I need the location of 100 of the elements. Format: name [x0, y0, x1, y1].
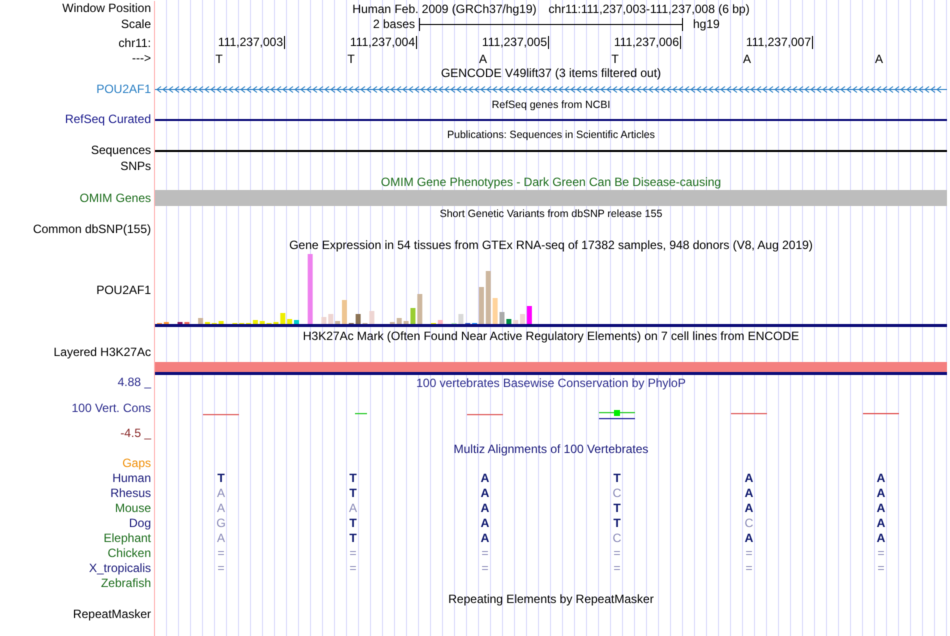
coordinate-label: 111,237,007 — [746, 36, 813, 49]
track-label[interactable]: POU2AF1 — [96, 282, 151, 298]
expression-bar — [308, 254, 313, 324]
track-title: Publications: Sequences in Scientific Articles — [447, 128, 655, 142]
aligned-base: T — [613, 471, 621, 486]
aligned-base: T — [613, 501, 621, 516]
track-label[interactable]: Sequences — [90, 143, 151, 158]
species-label[interactable]: Dog — [128, 516, 151, 531]
aligned-base: A — [876, 471, 886, 486]
aligned-base: T — [349, 486, 357, 501]
database-text: hg19 — [693, 17, 720, 31]
track-label[interactable]: RepeatMasker — [72, 606, 151, 622]
aligned-base: A — [876, 501, 886, 516]
aligned-base: A — [744, 501, 754, 516]
aligned-base: = — [745, 561, 752, 576]
aligned-base: A — [480, 486, 490, 501]
aligned-base: = — [481, 546, 488, 561]
sequence-base: A — [742, 52, 751, 66]
aligned-base: C — [612, 486, 622, 501]
species-label[interactable]: Human — [112, 471, 151, 486]
species-label[interactable]: X_tropicalis — [88, 561, 151, 576]
aligned-base: A — [216, 531, 225, 546]
expression-bar — [492, 298, 498, 324]
track-label[interactable]: Common dbSNP(155) — [32, 222, 151, 237]
aligned-base: T — [349, 471, 357, 486]
feature-line[interactable] — [155, 150, 947, 152]
species-label[interactable]: Zebrafish — [100, 576, 151, 591]
track-title: Repeating Elements by RepeatMasker — [448, 592, 654, 606]
expression-bar — [417, 294, 422, 324]
sequence-base: T — [347, 52, 355, 66]
aligned-base: A — [480, 471, 490, 486]
expression-bar — [218, 321, 224, 324]
coordinate-label: 111,237,003 — [218, 36, 285, 49]
sequence-base: A — [478, 52, 487, 66]
expression-bar — [328, 314, 334, 324]
expression-bar — [513, 320, 518, 324]
aligned-base: A — [744, 486, 754, 501]
row-label: Window Position — [62, 1, 151, 16]
row-label: Scale — [120, 16, 151, 32]
sequence-base: T — [215, 52, 223, 66]
expression-bar — [294, 320, 299, 324]
species-label[interactable]: Rhesus — [110, 486, 151, 501]
aligned-base: T — [613, 516, 621, 531]
position-text: chr11:111,237,003-111,237,008 (6 bp) — [548, 2, 750, 16]
axis-max-label: 4.88 _ — [118, 375, 151, 390]
aligned-base: T — [349, 531, 357, 546]
aligned-base: = — [349, 546, 356, 561]
gene-feature[interactable] — [155, 86, 947, 92]
expression-bar — [438, 320, 443, 324]
aligned-base: A — [876, 531, 886, 546]
track-label[interactable]: OMIM Genes — [80, 190, 151, 206]
aligned-base: = — [349, 561, 356, 576]
aligned-base: = — [877, 546, 884, 561]
expression-bar — [396, 318, 402, 324]
aligned-base: C — [612, 531, 622, 546]
aligned-base: A — [744, 471, 754, 486]
track-label[interactable]: Layered H3K27Ac — [54, 345, 151, 360]
aligned-base: A — [216, 486, 225, 501]
assembly-text: Human Feb. 2009 (GRCh37/hg19) — [352, 2, 537, 16]
aligned-base: = — [613, 561, 620, 576]
aligned-base: A — [480, 531, 490, 546]
expression-bar — [500, 312, 504, 324]
track-title: H3K27Ac Mark (Often Found Near Active Regulatory Elements) on 7 cell lines from ENCODE — [302, 329, 800, 343]
aligned-base: = — [481, 561, 488, 576]
track-title: RefSeq genes from NCBI — [492, 98, 610, 112]
track-label[interactable]: POU2AF1 — [96, 82, 151, 96]
track-title: 100 vertebrates Basewise Conservation by PhyloP — [416, 376, 686, 390]
species-label[interactable]: Chicken — [108, 546, 151, 561]
expression-bar — [260, 321, 265, 324]
expression-bar — [321, 317, 326, 324]
axis-min-label: -4.5 _ — [120, 426, 151, 441]
track-title: OMIM Gene Phenotypes - Dark Green Can Be Disease-causing — [380, 175, 722, 189]
aligned-base: = — [613, 546, 620, 561]
aligned-base: A — [876, 516, 886, 531]
aligned-base: T — [349, 516, 357, 531]
aligned-base: A — [480, 501, 490, 516]
expression-bar — [486, 271, 491, 324]
species-label[interactable]: Elephant — [104, 531, 151, 546]
scale-text: 2 bases — [372, 17, 415, 31]
track-title: Gene Expression in 54 tissues from GTEx RNA-seq of 17382 samples, 948 donors (V8, Aug 2019) — [289, 238, 813, 252]
sequence-base: A — [874, 52, 883, 66]
aligned-base: A — [744, 531, 754, 546]
feature-line[interactable] — [155, 118, 947, 120]
aligned-base: = — [877, 561, 884, 576]
aligned-base: A — [348, 501, 357, 516]
species-label[interactable]: Mouse — [114, 501, 151, 516]
aligned-base: A — [876, 486, 886, 501]
row-label: chr11: — [118, 36, 151, 51]
track-label[interactable]: SNPs — [120, 158, 151, 174]
coordinate-label: 111,237,005 — [482, 36, 549, 49]
aligned-base: A — [480, 516, 490, 531]
track-label[interactable]: RefSeq Curated — [64, 112, 151, 127]
track-label[interactable]: 100 Vert. Cons — [72, 400, 151, 416]
strand-label: ---> — [132, 51, 151, 66]
expression-bar — [287, 319, 292, 324]
track-title: Multiz Alignments of 100 Vertebrates — [454, 442, 648, 456]
track-title: GENCODE V49lift37 (3 items filtered out) — [440, 66, 662, 80]
coordinate-label: 111,237,006 — [614, 36, 681, 49]
expression-bar — [280, 313, 286, 324]
aligned-base: = — [217, 546, 224, 561]
